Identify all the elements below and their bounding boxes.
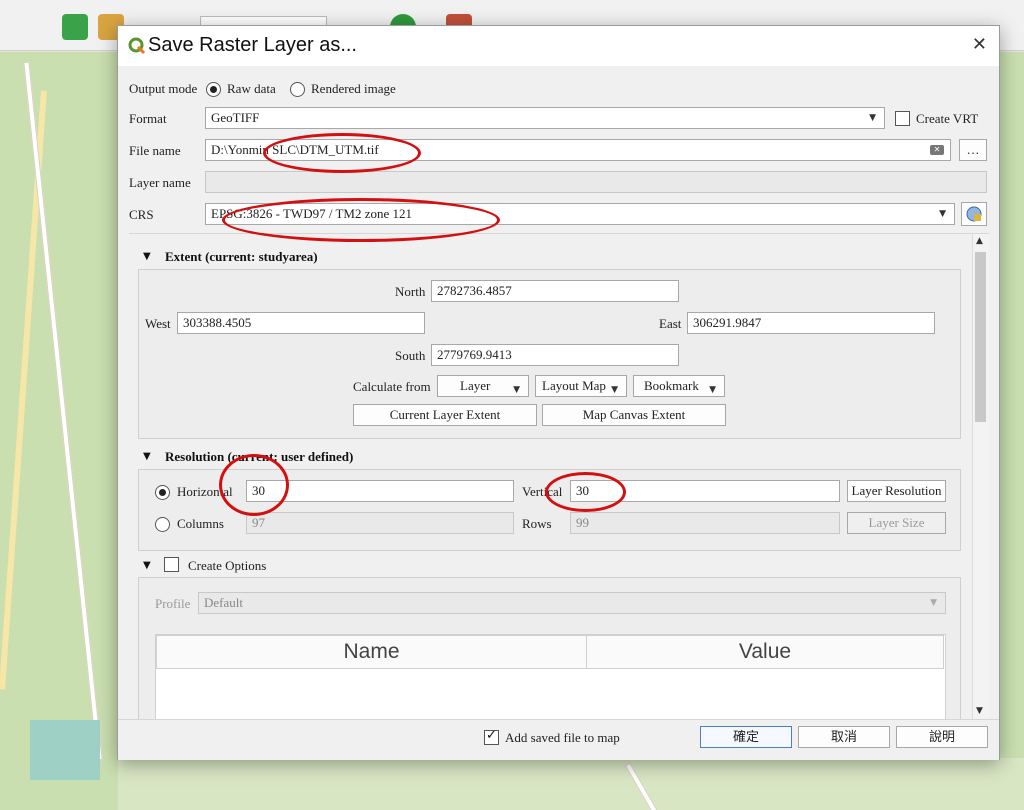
calculate-from-label: Calculate from [353,379,431,394]
columns-input[interactable]: 97 [246,512,514,534]
bookmark-dropdown-label: Bookmark [644,378,699,393]
crs-select-button[interactable] [961,202,987,226]
create-options-group: Profile Default ▼ Name Value [138,577,961,720]
raw-data-radio[interactable] [206,82,221,97]
resolution-group: Horizontal 30 Vertical 30 Layer Resoluti… [138,469,961,551]
crs-label: CRS [129,207,154,222]
rendered-image-radio[interactable] [290,82,305,97]
west-label: West [145,316,171,331]
chevron-down-icon: ▼ [869,113,876,123]
horizontal-input[interactable]: 30 [246,480,514,502]
table-header-value[interactable]: Value [586,635,944,669]
add-to-map-checkbox[interactable] [484,728,499,745]
create-options-title[interactable]: Create Options [188,558,266,574]
bookmark-dropdown-button[interactable]: Bookmark ▼ [633,375,725,397]
file-name-value: D:\Yonmin SLC\DTM_UTM.tif [211,142,379,157]
collapse-arrow-icon[interactable]: ▼ [143,451,151,462]
north-input[interactable]: 2782736.4857 [431,280,679,302]
layout-map-dropdown-label: Layout Map [542,378,606,393]
vertical-input[interactable]: 30 [570,480,840,502]
layer-size-button[interactable]: Layer Size [847,512,946,534]
north-label: North [395,284,426,299]
scrollbar-thumb[interactable] [975,252,986,422]
horizontal-label[interactable]: Horizontal [177,484,233,500]
options-scroll-area[interactable]: ▼ Extent (current: studyarea) North 2782… [129,233,989,720]
create-options-table[interactable]: Name Value [155,634,946,720]
map-canvas-extent-button[interactable]: Map Canvas Extent [542,404,726,426]
save-raster-dialog: Save Raster Layer as... ✕ Output mode Ra… [117,25,1000,760]
chevron-down-icon: ▼ [513,385,520,395]
qgis-logo-icon [128,37,146,55]
rendered-image-label[interactable]: Rendered image [311,81,396,97]
browse-button[interactable]: … [959,139,987,161]
layer-resolution-button[interactable]: Layer Resolution [847,480,946,502]
east-input[interactable]: 306291.9847 [687,312,935,334]
scroll-down-arrow-icon[interactable]: ▼ [976,706,983,716]
chevron-down-icon: ▼ [939,209,946,219]
profile-label: Profile [155,596,191,611]
east-label: East [659,316,682,331]
ok-button[interactable]: 確定 [700,726,792,748]
identify-icon[interactable] [62,14,88,40]
layer-dropdown-button[interactable]: Layer ▼ [437,375,529,397]
vertical-label: Vertical [522,484,563,499]
profile-value: Default [204,595,243,610]
output-mode-label: Output mode [129,81,198,96]
vertical-scrollbar[interactable]: ▲ ▼ [972,234,989,720]
raw-data-label[interactable]: Raw data [227,81,276,97]
clear-field-icon[interactable]: ✕ [930,145,944,155]
crs-combo[interactable]: EPSG:3826 - TWD97 / TM2 zone 121 ▼ [205,203,955,225]
rows-input[interactable]: 99 [570,512,840,534]
create-options-checkbox[interactable] [164,557,179,572]
map-forest-right [998,52,1024,810]
scroll-up-arrow-icon[interactable]: ▲ [976,236,983,246]
west-input[interactable]: 303388.4505 [177,312,425,334]
current-layer-extent-button[interactable]: Current Layer Extent [353,404,537,426]
dialog-title: Save Raster Layer as... [148,34,357,56]
cancel-button[interactable]: 取消 [798,726,890,748]
layer-name-input[interactable] [205,171,987,193]
south-input[interactable]: 2779769.9413 [431,344,679,366]
horizontal-radio[interactable] [155,485,170,500]
extent-group-title[interactable]: Extent (current: studyarea) [165,249,318,265]
resolution-group-title[interactable]: Resolution (current: user defined) [165,449,353,465]
file-name-input[interactable]: D:\Yonmin SLC\DTM_UTM.tif ✕ [205,139,951,161]
map-water-area [30,720,100,780]
extent-group: North 2782736.4857 West 303388.4505 East… [138,269,961,439]
format-value: GeoTIFF [211,110,260,125]
rows-label: Rows [522,516,552,531]
chevron-down-icon: ▼ [930,598,937,608]
collapse-arrow-icon[interactable]: ▼ [143,560,151,571]
columns-radio[interactable] [155,517,170,532]
file-name-label: File name [129,143,181,158]
chevron-down-icon: ▼ [611,385,618,395]
layer-dropdown-label: Layer [460,378,491,393]
format-combo[interactable]: GeoTIFF ▼ [205,107,885,129]
create-vrt-label[interactable]: Create VRT [916,111,978,127]
help-button[interactable]: 說明 [896,726,988,748]
close-icon[interactable]: ✕ [972,34,987,55]
chevron-down-icon: ▼ [709,385,716,395]
collapse-arrow-icon[interactable]: ▼ [143,251,151,262]
profile-combo[interactable]: Default ▼ [198,592,946,614]
table-header-name[interactable]: Name [156,635,587,669]
layer-name-label: Layer name [129,175,191,190]
globe-icon [966,206,982,222]
add-to-map-label[interactable]: Add saved file to map [505,730,620,746]
dialog-titlebar: Save Raster Layer as... ✕ [118,26,999,66]
layout-map-dropdown-button[interactable]: Layout Map ▼ [535,375,627,397]
crs-value: EPSG:3826 - TWD97 / TM2 zone 121 [211,206,413,221]
dialog-footer: Add saved file to map 確定 取消 說明 [118,719,999,760]
south-label: South [395,348,426,363]
columns-label[interactable]: Columns [177,516,224,532]
create-vrt-checkbox[interactable] [895,111,910,126]
format-label: Format [129,111,167,126]
map-forest-bottom [118,758,1024,810]
